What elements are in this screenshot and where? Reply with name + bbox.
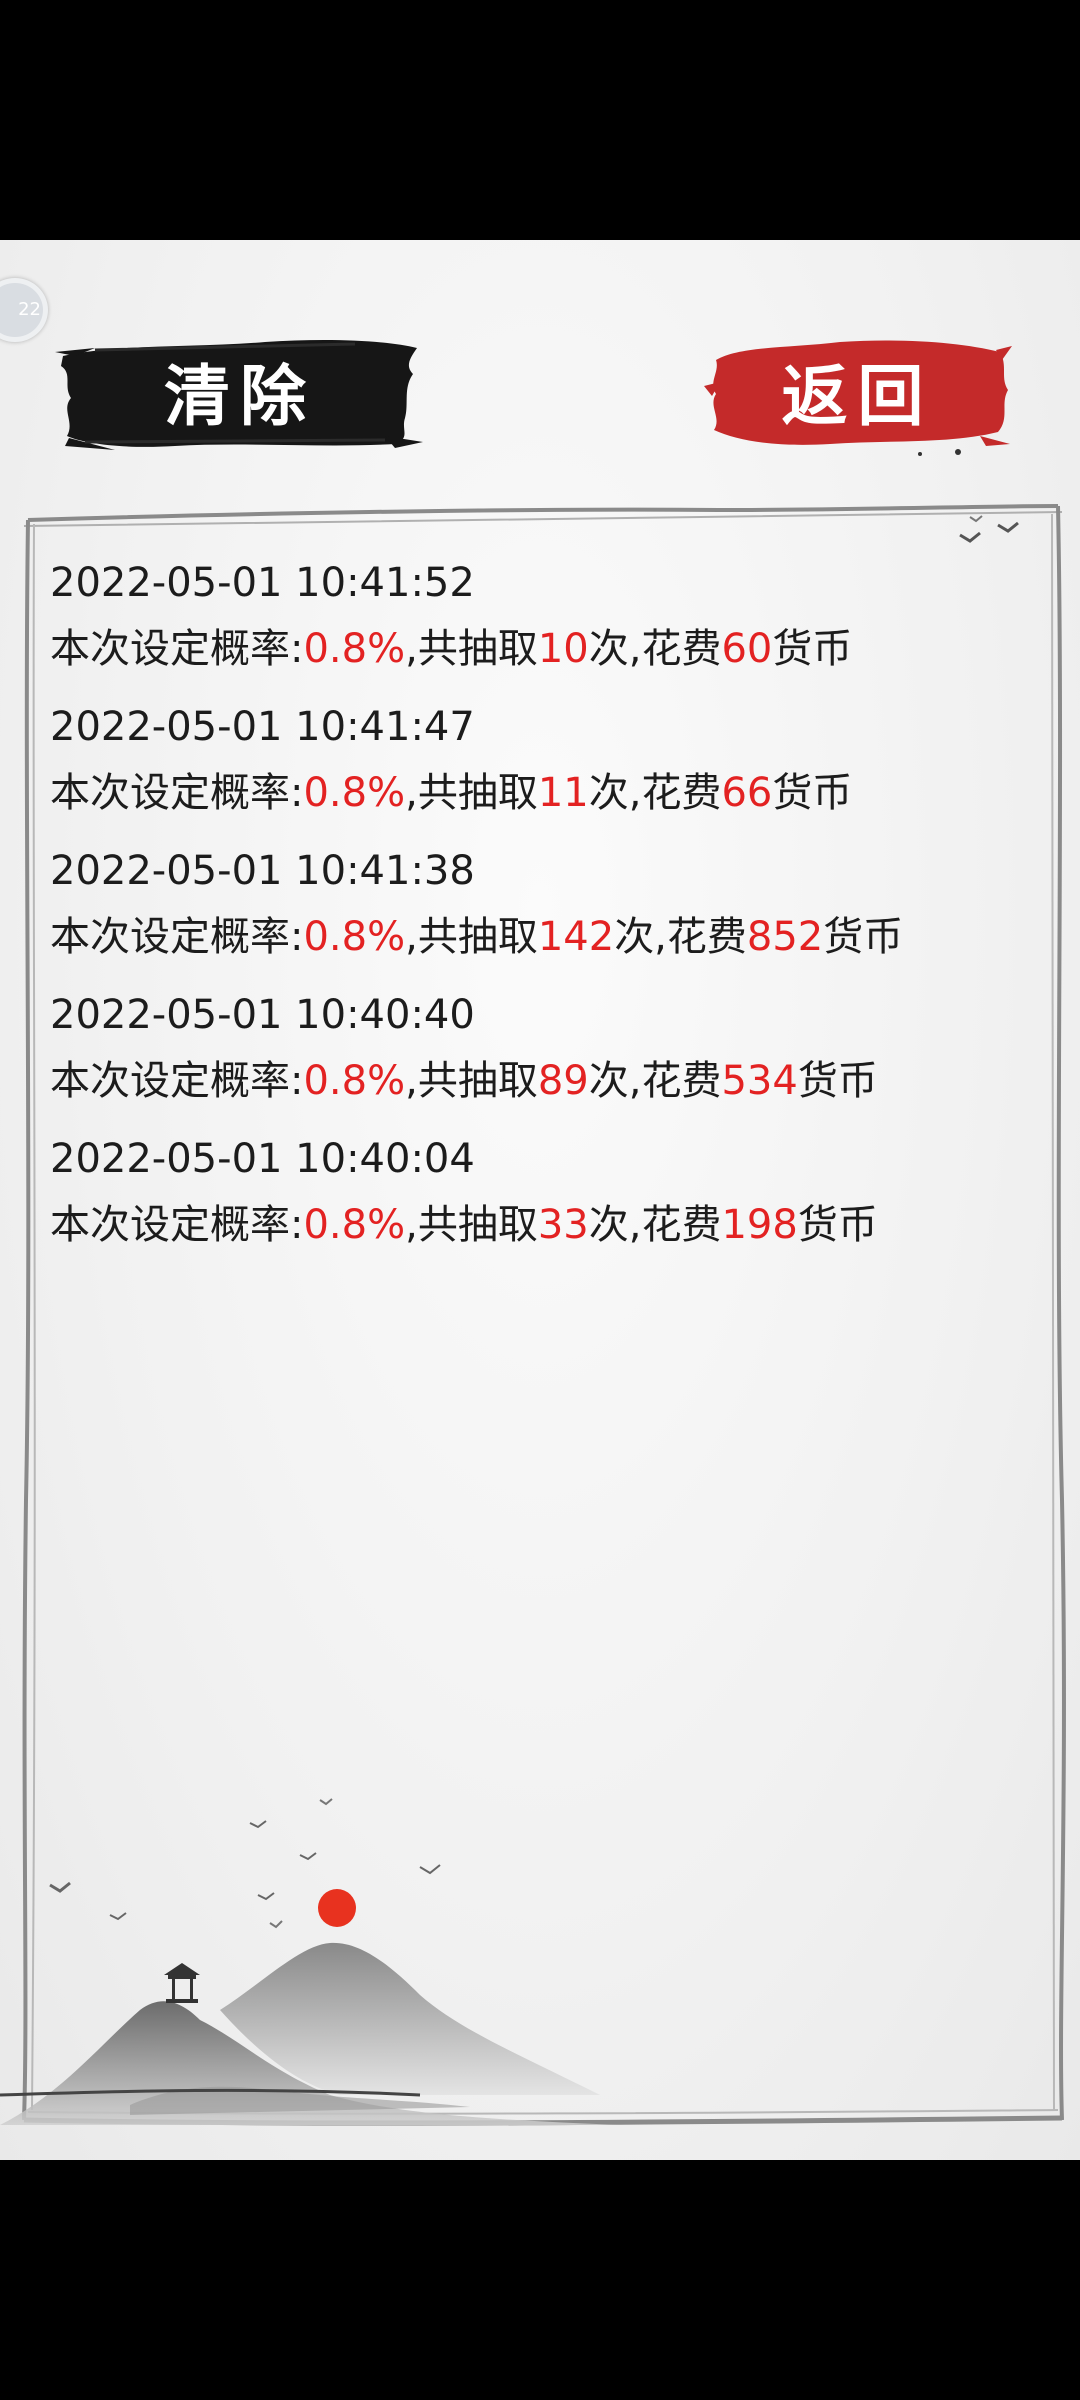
birds-icon	[49, 1798, 441, 1929]
record-time: 2022-05-01 10:41:38	[50, 848, 475, 894]
record-time: 2022-05-01 10:40:40	[50, 992, 475, 1038]
cost-value: 534	[721, 1058, 798, 1104]
rate-value: 0.8%	[303, 914, 406, 960]
bottom-black-bar	[0, 2160, 1080, 2400]
record-time: 2022-05-01 10:41:52	[50, 560, 475, 606]
coin-label: 货币	[772, 626, 853, 672]
cost-label: 次,花费	[588, 626, 722, 672]
list-item: 2022-05-01 10:41:38 本次设定概率:0.8%,共抽取142次,…	[50, 838, 1040, 970]
record-detail: 本次设定概率:0.8%,共抽取142次,花费852货币	[50, 904, 1040, 970]
draw-count: 89	[537, 1058, 589, 1104]
clear-button-label: 清除	[164, 357, 316, 435]
record-time: 2022-05-01 10:40:04	[50, 1136, 475, 1182]
back-button-label: 返回	[781, 357, 934, 435]
cost-label: 次,花费	[614, 914, 747, 960]
pavilion-icon	[164, 1963, 200, 2003]
rate-value: 0.8%	[303, 626, 406, 672]
cost-label: 次,花费	[588, 1202, 722, 1248]
cost-value: 60	[721, 626, 773, 672]
list-item: 2022-05-01 10:40:40 本次设定概率:0.8%,共抽取89次,花…	[50, 982, 1040, 1114]
rate-value: 0.8%	[303, 1202, 406, 1248]
floating-ball-icon[interactable]: 22	[0, 278, 48, 342]
clear-button[interactable]: 清除	[55, 326, 425, 456]
draw-label: ,共抽取	[405, 914, 538, 960]
cost-value: 66	[721, 770, 773, 816]
rate-label: 本次设定概率:	[50, 626, 304, 672]
draw-label: ,共抽取	[405, 770, 538, 816]
list-item: 2022-05-01 10:41:47 本次设定概率:0.8%,共抽取11次,花…	[50, 694, 1040, 826]
record-detail: 本次设定概率:0.8%,共抽取11次,花费66货币	[50, 760, 1040, 826]
draw-count: 10	[537, 626, 589, 672]
record-detail: 本次设定概率:0.8%,共抽取10次,花费60货币	[50, 616, 1040, 682]
rate-label: 本次设定概率:	[50, 1202, 304, 1248]
top-black-bar	[0, 0, 1080, 240]
record-detail: 本次设定概率:0.8%,共抽取33次,花费198货币	[50, 1192, 1040, 1258]
draw-history-screen: 22 清除 返回 2022-05-01 10:41:52 本次设定概率:0.8%…	[0, 240, 1080, 2160]
draw-label: ,共抽取	[405, 626, 538, 672]
list-item: 2022-05-01 10:41:52 本次设定概率:0.8%,共抽取10次,花…	[50, 550, 1040, 682]
back-button[interactable]: 返回	[700, 326, 1015, 456]
record-list: 2022-05-01 10:41:52 本次设定概率:0.8%,共抽取10次,花…	[50, 550, 1040, 1270]
rate-value: 0.8%	[303, 770, 406, 816]
record-time: 2022-05-01 10:41:47	[50, 704, 475, 750]
draw-label: ,共抽取	[405, 1058, 538, 1104]
coin-label: 货币	[772, 770, 853, 816]
sun-icon	[318, 1889, 356, 1927]
cost-label: 次,花费	[588, 770, 722, 816]
draw-count: 142	[537, 914, 615, 960]
coin-label: 货币	[823, 914, 904, 960]
rate-label: 本次设定概率:	[50, 914, 304, 960]
cost-label: 次,花费	[588, 1058, 722, 1104]
coin-label: 货币	[797, 1202, 878, 1248]
coin-label: 货币	[797, 1058, 878, 1104]
cost-value: 198	[721, 1202, 798, 1248]
draw-count: 11	[537, 770, 589, 816]
rate-value: 0.8%	[303, 1058, 406, 1104]
draw-label: ,共抽取	[405, 1202, 538, 1248]
ink-landscape	[0, 1798, 620, 2125]
rate-label: 本次设定概率:	[50, 1058, 304, 1104]
record-detail: 本次设定概率:0.8%,共抽取89次,花费534货币	[50, 1048, 1040, 1114]
draw-count: 33	[537, 1202, 589, 1248]
rate-label: 本次设定概率:	[50, 770, 304, 816]
cost-value: 852	[746, 914, 824, 960]
list-item: 2022-05-01 10:40:04 本次设定概率:0.8%,共抽取33次,花…	[50, 1126, 1040, 1258]
